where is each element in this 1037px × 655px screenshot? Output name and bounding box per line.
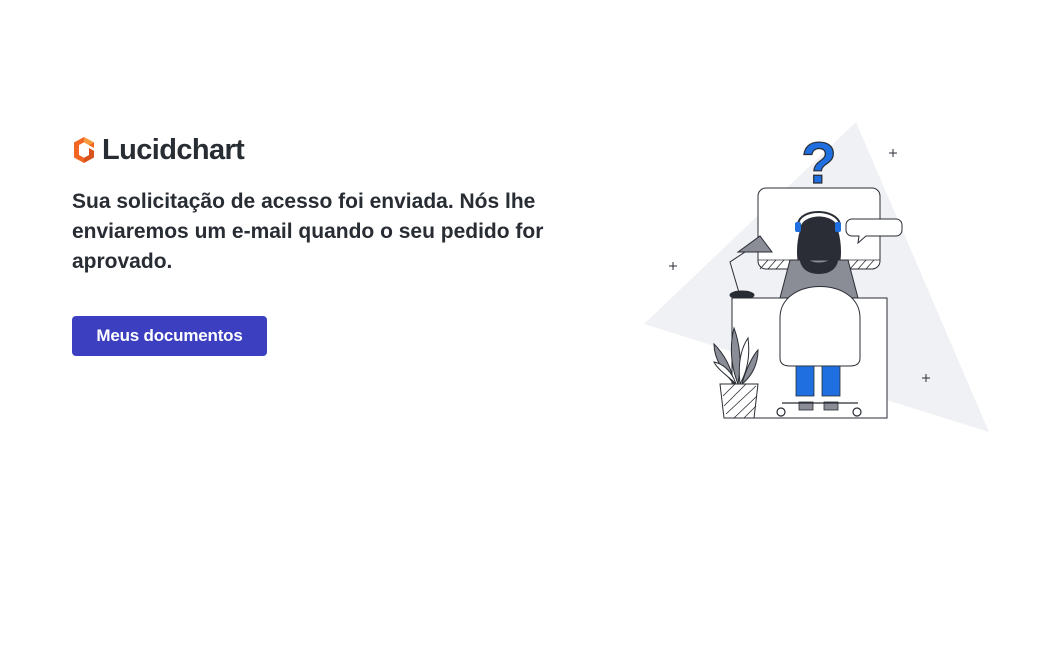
question-mark: ? (801, 131, 836, 196)
lucidchart-logo[interactable]: Lucidchart (72, 133, 612, 167)
person-at-desk-question-illustration: ? (644, 122, 989, 432)
lucidchart-logo-icon (74, 137, 94, 163)
my-documents-button[interactable]: Meus documentos (72, 316, 267, 356)
brand-name: Lucidchart (102, 133, 245, 166)
access-request-message: Sua solicitação de acesso foi enviada. N… (72, 190, 544, 273)
main-content: Lucidchart Sua solicitação de acesso foi… (72, 133, 612, 356)
